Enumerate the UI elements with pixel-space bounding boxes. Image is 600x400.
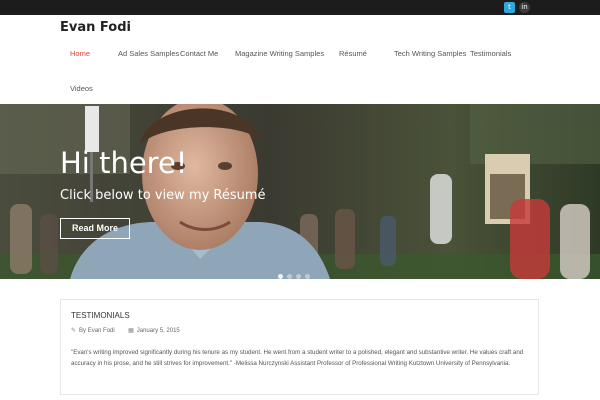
twitter-icon[interactable]: t (504, 2, 515, 13)
read-more-button[interactable]: Read More (60, 218, 130, 239)
post-card: TESTIMONIALS ✎ By Evan Fodi ▦ January 5, 2… (60, 299, 539, 395)
slide-dot[interactable] (287, 274, 292, 279)
main-nav: Home Ad Sales Samples Contact Me Magazin… (0, 44, 600, 104)
nav-item-resume[interactable]: Résumé (339, 49, 367, 58)
post-date: January 5, 2015 (136, 328, 180, 334)
post-title[interactable]: TESTIMONIALS (71, 311, 130, 320)
post-excerpt: "Evan's writing improved significantly d… (71, 349, 524, 367)
hero-subtitle: Click below to view my Résumé (60, 188, 266, 203)
post-author[interactable]: By Evan Fodi (79, 328, 115, 334)
post-meta: ✎ By Evan Fodi ▦ January 5, 2015 (71, 327, 180, 334)
site-title[interactable]: Evan Fodi (60, 20, 131, 35)
top-bar: t in (0, 0, 600, 15)
calendar-icon: ▦ (128, 327, 134, 334)
slide-dot[interactable] (305, 274, 310, 279)
slide-dot[interactable] (296, 274, 301, 279)
linkedin-icon[interactable]: in (519, 2, 530, 13)
hero-title: Hi there! (60, 146, 188, 180)
pencil-icon: ✎ (71, 327, 77, 334)
slide-dot[interactable] (278, 274, 283, 279)
nav-item-home[interactable]: Home (70, 49, 90, 58)
nav-item-magazine-writing-samples[interactable]: Magazine Writing Samples (235, 49, 324, 58)
nav-item-ad-sales-samples[interactable]: Ad Sales Samples (118, 49, 179, 58)
nav-item-testimonials[interactable]: Testimonials (470, 49, 511, 58)
nav-item-videos[interactable]: Videos (70, 84, 93, 93)
nav-item-tech-writing-samples[interactable]: Tech Writing Samples (394, 49, 466, 58)
slider-pagination (278, 266, 314, 279)
nav-item-contact-me[interactable]: Contact Me (180, 49, 218, 58)
